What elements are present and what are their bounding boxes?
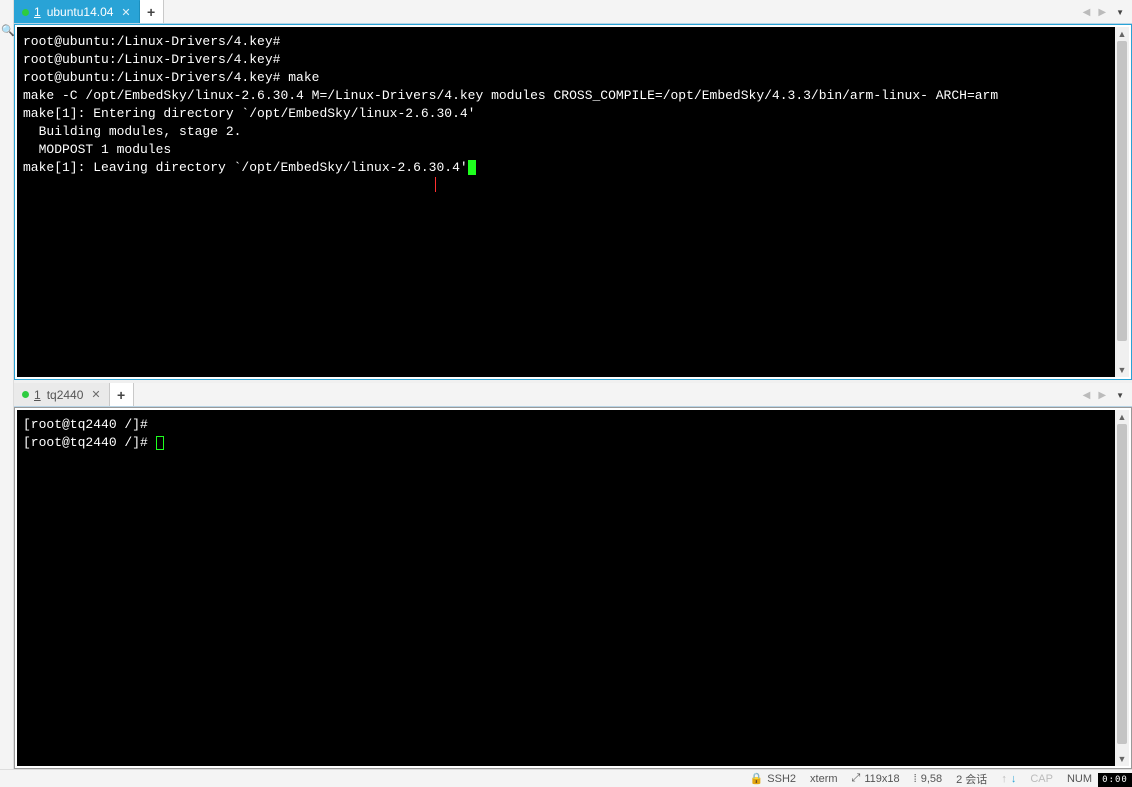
scrollbar-top[interactable]: ▲ ▼ bbox=[1115, 27, 1129, 377]
pane-top: 1 ubuntu14.04 ✕ + ◀ ▶ ▼ root@ubuntu:/Lin… bbox=[14, 0, 1132, 380]
status-cursor: ⁞ 9,58 bbox=[914, 773, 942, 785]
left-gutter: 🔍 bbox=[0, 0, 14, 770]
statusbar: 🔒 SSH2 xterm ⤢ 119x18 ⁞ 9,58 2 会话 ↑ ↓ CA… bbox=[0, 769, 1132, 787]
new-tab-button[interactable]: + bbox=[140, 0, 164, 23]
status-protocol-label: SSH2 bbox=[767, 773, 796, 785]
lock-icon: 🔒 bbox=[750, 772, 764, 785]
terminal-frame-top: root@ubuntu:/Linux-Drivers/4.key#root@ub… bbox=[14, 24, 1132, 380]
new-tab-button[interactable]: + bbox=[110, 383, 134, 406]
status-protocol: 🔒 SSH2 bbox=[750, 772, 796, 785]
search-icon[interactable]: 🔍 bbox=[1, 24, 13, 36]
scroll-down-icon[interactable]: ▼ bbox=[1115, 363, 1129, 377]
status-num: NUM bbox=[1067, 773, 1092, 785]
status-caps: CAP bbox=[1030, 773, 1053, 785]
resize-icon: ⤢ bbox=[852, 772, 861, 785]
tab-title: ubuntu14.04 bbox=[47, 5, 114, 19]
tab-prev-icon[interactable]: ◀ bbox=[1081, 390, 1093, 401]
scrollbar-bottom[interactable]: ▲ ▼ bbox=[1115, 410, 1129, 766]
tab-next-icon[interactable]: ▶ bbox=[1096, 390, 1108, 401]
tab-title: tq2440 bbox=[47, 388, 84, 402]
scroll-up-icon[interactable]: ▲ bbox=[1115, 410, 1129, 424]
terminal-bottom[interactable]: [root@tq2440 /]#[root@tq2440 /]# bbox=[17, 410, 1115, 766]
clock-badge: 0:00 bbox=[1098, 773, 1132, 787]
status-dot-icon bbox=[22, 391, 29, 398]
status-size: ⤢ 119x18 bbox=[852, 772, 900, 785]
tab-index: 1 bbox=[34, 5, 42, 19]
scroll-up-icon[interactable]: ▲ bbox=[1115, 27, 1129, 41]
terminal-top[interactable]: root@ubuntu:/Linux-Drivers/4.key#root@ub… bbox=[17, 27, 1115, 377]
cursor-pos-icon: ⁞ bbox=[914, 773, 917, 785]
scroll-down-icon[interactable]: ▼ bbox=[1115, 752, 1129, 766]
status-sessions: 2 会话 bbox=[956, 771, 987, 787]
tabbar-bottom: 1 tq2440 ✕ + ◀ ▶ ▼ bbox=[14, 383, 1132, 407]
pane-bottom: 1 tq2440 ✕ + ◀ ▶ ▼ [root@tq2440 /]#[root… bbox=[14, 383, 1132, 769]
status-dot-icon bbox=[22, 9, 29, 16]
tab-index: 1 bbox=[34, 388, 42, 402]
arrow-down-icon: ↓ bbox=[1011, 773, 1017, 785]
status-sync: ↑ ↓ bbox=[1001, 773, 1016, 785]
tabbar-right-controls: ◀ ▶ ▼ bbox=[1081, 0, 1128, 24]
close-icon[interactable]: ✕ bbox=[121, 6, 130, 19]
scroll-thumb[interactable] bbox=[1117, 41, 1127, 341]
tab-next-icon[interactable]: ▶ bbox=[1096, 7, 1108, 18]
close-icon[interactable]: ✕ bbox=[91, 388, 100, 401]
status-term: xterm bbox=[810, 773, 838, 785]
tabbar-top: 1 ubuntu14.04 ✕ + ◀ ▶ ▼ bbox=[14, 0, 1132, 24]
tab-prev-icon[interactable]: ◀ bbox=[1081, 7, 1093, 18]
tabbar-right-controls: ◀ ▶ ▼ bbox=[1081, 383, 1128, 407]
tab-tq2440[interactable]: 1 tq2440 ✕ bbox=[14, 383, 110, 406]
tab-ubuntu[interactable]: 1 ubuntu14.04 ✕ bbox=[14, 0, 140, 23]
tab-menu-icon[interactable]: ▼ bbox=[1112, 8, 1128, 17]
terminal-frame-bottom: [root@tq2440 /]#[root@tq2440 /]# ▲ ▼ bbox=[14, 407, 1132, 769]
arrow-up-icon: ↑ bbox=[1001, 773, 1007, 785]
scroll-thumb[interactable] bbox=[1117, 424, 1127, 744]
tab-menu-icon[interactable]: ▼ bbox=[1112, 391, 1128, 400]
